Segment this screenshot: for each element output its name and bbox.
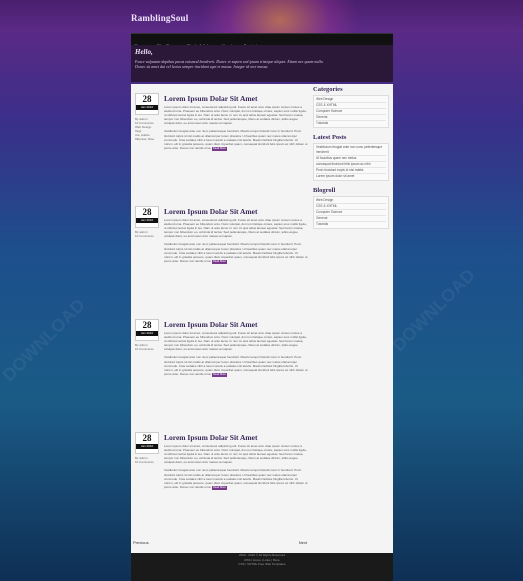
post-meta: By admin 10 Comments [135, 230, 159, 238]
post-tags-2[interactable]: Mbpress, Rise [135, 137, 159, 141]
latest-post-link[interactable]: Lorem ipsum dolor sit amet [316, 174, 386, 179]
post-paragraph: Vestibulum feugiat ante non nunc pellent… [164, 355, 308, 376]
footer-credit[interactable]: CSS / XHTML Free Web Templates [131, 562, 393, 567]
post-body: Lorem ipsum dolor sit amet, consectetur … [164, 105, 308, 155]
post-title[interactable]: Lorem Ipsum Dolar Sit Amet [164, 94, 257, 103]
post-paragraph: Lorem ipsum dolor sit amet, consectetur … [164, 105, 307, 126]
post-comments[interactable]: 10 Comments [135, 234, 159, 238]
post-month: Jan 2010 [136, 444, 158, 449]
post-day: 28 [142, 94, 152, 104]
post-date: 28 Jan 2010 [135, 93, 159, 115]
post-comments[interactable]: 10 Comments [135, 347, 159, 351]
post-day: 28 [142, 207, 152, 217]
post-title[interactable]: Lorem Ipsum Dolar Sit Amet [164, 207, 257, 216]
blogroll-heading: Blogroll [313, 187, 336, 194]
post-body: Lorem ipsum dolor sit amet, consectetur … [164, 331, 308, 381]
post-month: Jan 2010 [136, 105, 158, 110]
sidebar: Categories Web Design CSS & XHTML Comput… [313, 86, 389, 235]
post-comments[interactable]: 10 Comments [135, 460, 159, 464]
read-more-button[interactable]: Read More [212, 146, 227, 151]
post-paragraph: Lorem ipsum dolor sit amet, consectetur … [164, 218, 307, 239]
post-paragraph: Vestibulum feugiat ante non nunc pellent… [164, 468, 308, 489]
post-date: 28 Jan 2010 [135, 206, 159, 228]
category-link[interactable]: Tutorials [316, 121, 386, 126]
post-day: 28 [142, 433, 152, 443]
post-meta: By admin 10 Comments [135, 456, 159, 464]
post-meta: By admin 10 Comments [135, 343, 159, 351]
post-title[interactable]: Lorem Ipsum Dolar Sit Amet [164, 433, 257, 442]
blogroll-link[interactable]: Tutorials [316, 222, 386, 227]
post-title[interactable]: Lorem Ipsum Dolar Sit Amet [164, 320, 257, 329]
watermark-right: DOWNLOAD [388, 264, 479, 356]
post-date: 28 Jan 2010 [135, 432, 159, 454]
post-month: Jan 2010 [136, 331, 158, 336]
categories-heading: Categories [313, 86, 343, 93]
post-body: Lorem ipsum dolor sit amet, consectetur … [164, 444, 308, 494]
blogroll-list: Web Design CSS & XHTML Computer Science … [313, 196, 389, 229]
post-paragraph: Vestibulum feugiat ante non nunc pellent… [164, 242, 308, 263]
post-date: 28 Jan 2010 [135, 319, 159, 341]
read-more-button[interactable]: Read More [212, 372, 227, 377]
intro-text: Fusce vulputate dapibus purus euismod he… [135, 59, 324, 69]
next-link[interactable]: Next [299, 540, 307, 545]
post: 28 Jan 2010 By admin 10 Comments Lorem I… [133, 426, 309, 536]
main-nav: Home Blog Page Single Article About Cont… [131, 33, 393, 48]
post: 28 Jan 2010 By admin 10 Comments Web Des… [133, 87, 309, 197]
pagination: Previous Next [133, 540, 307, 545]
post-day: 28 [142, 320, 152, 330]
post-month: Jan 2010 [136, 218, 158, 223]
latest-posts-heading: Latest Posts [313, 134, 347, 141]
post-meta: By admin 10 Comments Web Design Tags css… [135, 117, 159, 141]
post-paragraph: Vestibulum feugiat ante non nunc pellent… [164, 129, 308, 150]
categories-list: Web Design CSS & XHTML Computer Science … [313, 95, 389, 128]
post-paragraph: Lorem ipsum dolor sit amet, consectetur … [164, 331, 307, 352]
intro-banner: Hello, Fusce vulputate dapibus purus eui… [131, 45, 393, 82]
post: 28 Jan 2010 By admin 10 Comments Lorem I… [133, 313, 309, 423]
site-logo[interactable]: RamblingSoul [131, 13, 188, 23]
previous-link[interactable]: Previous [133, 540, 149, 545]
content-area: 28 Jan 2010 By admin 10 Comments Web Des… [131, 84, 393, 553]
post-body: Lorem ipsum dolor sit amet, consectetur … [164, 218, 308, 268]
latest-post-link[interactable]: Vestibulum feugiat ante non nunc pellent… [316, 145, 386, 156]
read-more-button[interactable]: Read More [212, 485, 227, 490]
intro-heading: Hello, [135, 48, 153, 56]
post-paragraph: Lorem ipsum dolor sit amet, consectetur … [164, 444, 307, 465]
post: 28 Jan 2010 By admin 10 Comments Lorem I… [133, 200, 309, 310]
footer: 2009 - 2010 © All Rights Reserved RSS | … [131, 553, 393, 581]
latest-posts-list: Vestibulum feugiat ante non nunc pellent… [313, 143, 389, 181]
watermark-left: DOWNLOAD [0, 294, 89, 386]
read-more-button[interactable]: Read More [212, 259, 227, 264]
